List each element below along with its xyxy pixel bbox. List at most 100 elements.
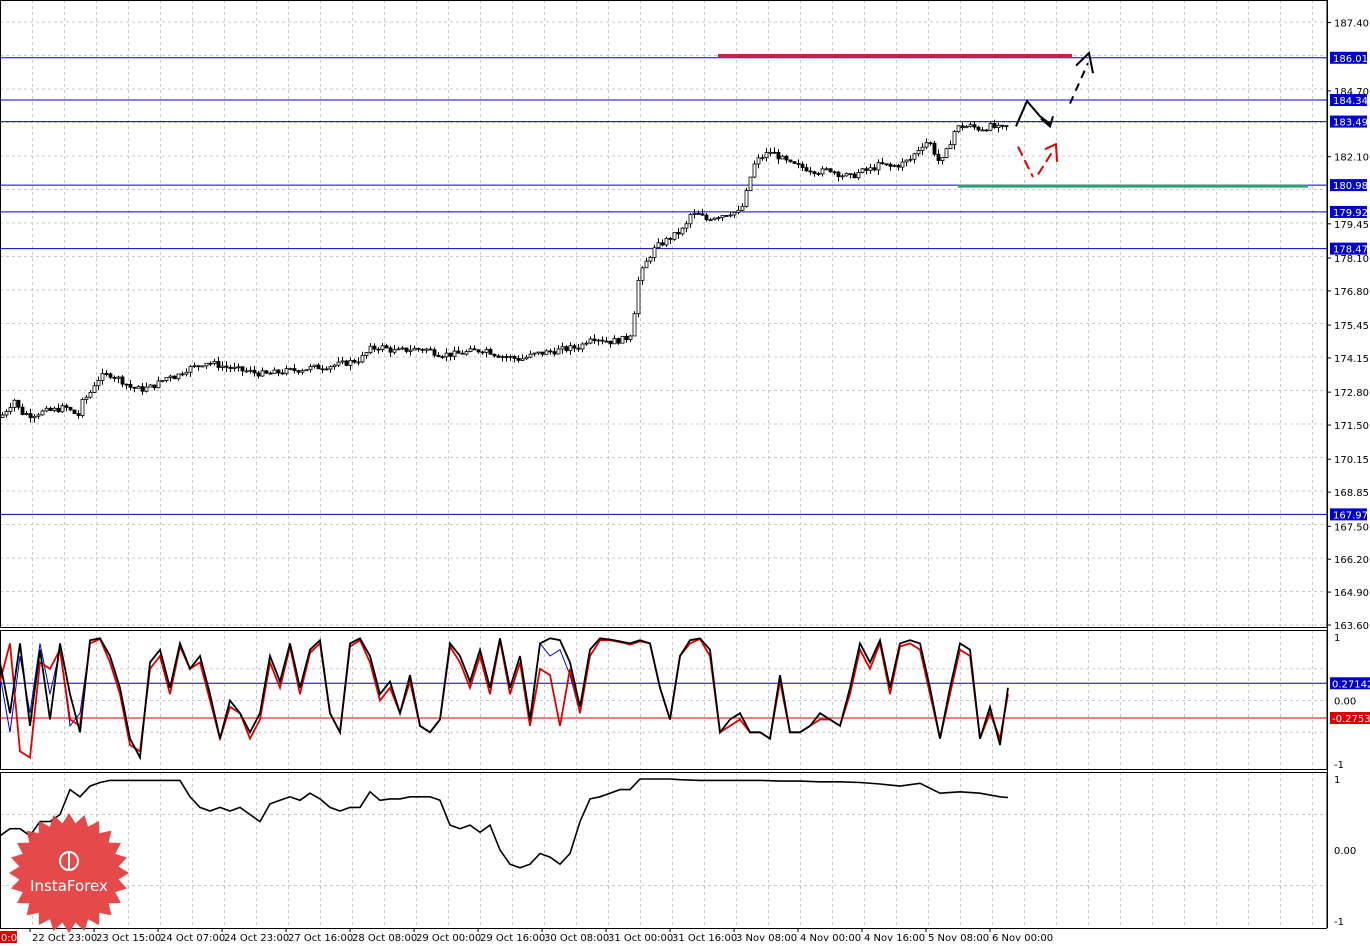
candle-body	[284, 368, 289, 374]
candle-body	[444, 352, 449, 358]
axis-label: 175.45	[1334, 321, 1369, 332]
candle-body	[264, 370, 269, 374]
axis-label: 167.50	[1334, 522, 1369, 533]
candle-body	[104, 373, 109, 375]
candle-body	[488, 349, 493, 355]
candle-body	[516, 358, 521, 361]
candle-body	[268, 372, 273, 375]
candle-body	[696, 212, 701, 215]
candle-body	[236, 366, 241, 369]
candle-body	[884, 163, 889, 166]
candle-body	[156, 380, 161, 389]
candle-body	[688, 214, 693, 225]
stochastic-axis-label: -1	[1334, 760, 1344, 771]
candle-body	[420, 348, 425, 351]
candle-body	[200, 365, 205, 368]
candle-body	[584, 342, 589, 345]
candle-body	[748, 176, 753, 192]
candle-body	[712, 217, 717, 221]
candle-body	[228, 366, 233, 370]
candle-body	[740, 205, 745, 211]
candle-body	[188, 366, 193, 373]
candle-body	[468, 348, 473, 352]
candle-body	[276, 369, 281, 374]
candle-body	[856, 172, 861, 179]
candle-body	[672, 231, 677, 240]
candle-body	[220, 365, 225, 368]
candle-body	[780, 155, 785, 160]
candle-body	[452, 350, 457, 357]
candle-body	[892, 165, 897, 167]
candle-body	[860, 168, 865, 173]
candle-body	[768, 151, 773, 154]
candle-body	[184, 371, 189, 375]
candle-body	[412, 347, 417, 351]
candle-body	[664, 237, 669, 246]
candle-body	[724, 215, 729, 217]
candle-body	[648, 257, 653, 262]
candle-body	[288, 368, 293, 370]
candle-body	[404, 347, 409, 352]
candle-body	[716, 217, 721, 219]
time-label: 27 Oct 16:00	[288, 933, 353, 944]
oscillator-axis-label: -1	[1334, 917, 1344, 928]
candle-body	[652, 247, 657, 258]
candle-body	[260, 370, 265, 377]
candle-body	[152, 384, 157, 389]
candle-body	[968, 124, 973, 127]
price-tag-label: 184.34	[1333, 96, 1368, 107]
candle-body	[312, 364, 317, 367]
candle-body	[880, 162, 885, 165]
candle-body	[464, 351, 469, 355]
price-tag-label: 179.92	[1333, 208, 1368, 219]
candle-body	[536, 351, 541, 354]
time-label: 29 Oct 16:00	[480, 933, 545, 944]
candle-body	[84, 396, 89, 400]
candle-body	[924, 142, 929, 148]
candle-body	[776, 152, 781, 160]
candle-body	[644, 260, 649, 269]
candle-body	[120, 376, 125, 385]
candle-body	[192, 365, 197, 368]
candle-body	[428, 348, 433, 351]
candle-body	[396, 348, 401, 351]
candle-body	[416, 347, 421, 350]
candle-body	[364, 352, 369, 356]
candle-body	[876, 162, 881, 171]
time-label: 28 Oct 08:00	[352, 933, 417, 944]
candle-body	[984, 129, 989, 132]
candle-body	[888, 163, 893, 167]
candle-body	[596, 339, 601, 342]
candle-body	[248, 369, 253, 372]
candle-body	[12, 399, 17, 408]
candle-body	[32, 415, 37, 419]
candle-body	[556, 348, 561, 355]
candle-body	[620, 335, 625, 344]
candle-body	[572, 345, 577, 349]
candle-body	[848, 173, 853, 176]
candle-body	[40, 410, 45, 416]
candle-body	[300, 370, 305, 373]
candle-body	[680, 227, 685, 235]
candle-body	[212, 361, 217, 364]
candle-body	[380, 345, 385, 350]
candle-body	[232, 366, 237, 370]
candle-body	[916, 150, 921, 155]
candle-body	[932, 142, 937, 155]
axis-label: 178.10	[1334, 254, 1369, 265]
forex-chart[interactable]: 187.40186.01184.70184.34183.49182.10180.…	[0, 0, 1370, 946]
candle-body	[80, 398, 85, 416]
candle-body	[908, 158, 913, 161]
candle-body	[524, 356, 529, 360]
candle-body	[972, 124, 977, 128]
candle-body	[612, 338, 617, 345]
candle-body	[56, 407, 61, 413]
candle-body	[28, 413, 33, 419]
candle-body	[112, 377, 117, 379]
candle-body	[208, 362, 213, 365]
candle-body	[636, 279, 641, 315]
time-label: 24 Oct 07:00	[160, 933, 225, 944]
candle-body	[36, 414, 41, 417]
candle-body	[144, 386, 149, 392]
candle-body	[684, 223, 689, 229]
